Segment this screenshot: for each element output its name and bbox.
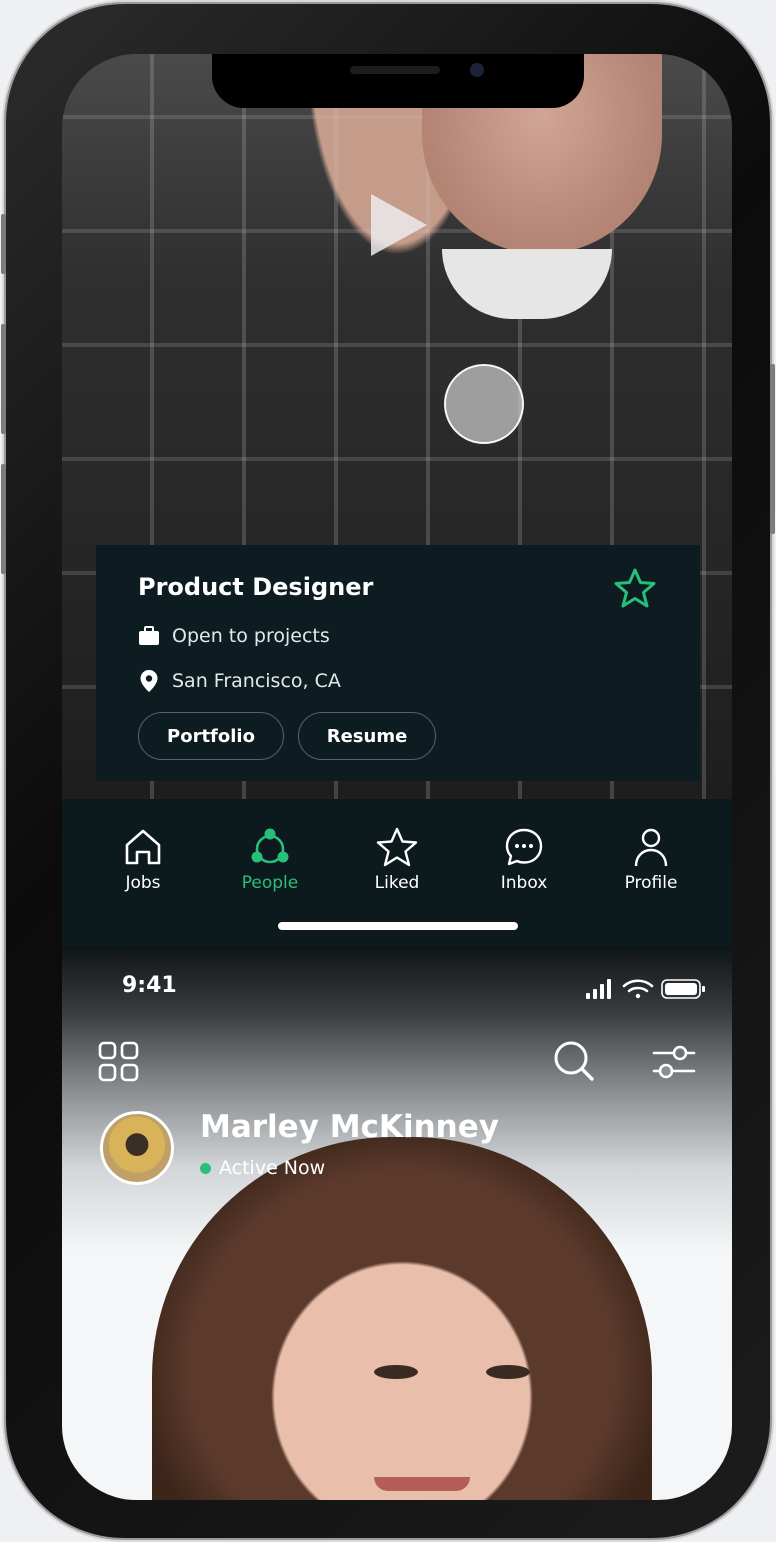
resume-button[interactable]: Resume bbox=[298, 712, 436, 760]
signal-icon bbox=[586, 979, 611, 999]
availability-text: Open to projects bbox=[172, 625, 330, 647]
star-icon bbox=[376, 827, 418, 867]
people-network-icon bbox=[251, 828, 289, 864]
location-row: San Francisco, CA bbox=[138, 669, 341, 693]
briefcase-icon bbox=[139, 626, 159, 645]
wifi-icon bbox=[622, 979, 654, 999]
play-icon[interactable] bbox=[367, 190, 431, 260]
active-dot-icon bbox=[200, 1162, 211, 1174]
chat-bubble-icon bbox=[505, 828, 543, 866]
grid-menu-icon[interactable] bbox=[98, 1041, 140, 1083]
active-status: Active Now bbox=[200, 1157, 325, 1179]
tab-label: Inbox bbox=[500, 873, 548, 893]
availability-row: Open to projects bbox=[138, 625, 330, 647]
power-button bbox=[770, 364, 775, 534]
tab-label: Profile bbox=[624, 873, 678, 893]
phone-frame: Product Designer Open to projects San Fr… bbox=[1, 4, 775, 1538]
portfolio-button[interactable]: Portfolio bbox=[138, 712, 284, 760]
location-text: San Francisco, CA bbox=[172, 670, 341, 692]
candidate-video-background[interactable]: Product Designer Open to projects San Fr… bbox=[62, 54, 732, 799]
screen: Product Designer Open to projects San Fr… bbox=[62, 54, 732, 1500]
eye-right bbox=[486, 1365, 530, 1379]
avatar[interactable] bbox=[100, 1111, 174, 1185]
tab-profile[interactable]: Profile bbox=[596, 825, 706, 893]
active-status-text: Active Now bbox=[219, 1157, 326, 1179]
user-icon bbox=[634, 828, 668, 867]
tab-jobs[interactable]: Jobs bbox=[88, 825, 198, 893]
tab-label: People bbox=[241, 873, 299, 893]
mute-switch bbox=[1, 214, 6, 274]
filter-sliders-icon[interactable] bbox=[652, 1041, 696, 1083]
location-pin-icon bbox=[140, 670, 158, 692]
mouth bbox=[374, 1477, 470, 1491]
next-profile-preview[interactable]: 9:41 Marley McKinney Active Now bbox=[62, 947, 732, 1500]
tab-inbox[interactable]: Inbox bbox=[469, 825, 579, 893]
person-photo bbox=[152, 1137, 652, 1500]
job-title: Product Designer bbox=[138, 573, 374, 601]
tab-bar: Jobs People Liked Inbox Profile bbox=[62, 799, 732, 947]
tab-people[interactable]: People bbox=[215, 825, 325, 893]
search-icon[interactable] bbox=[552, 1039, 596, 1083]
home-indicator[interactable] bbox=[278, 922, 518, 930]
front-camera bbox=[470, 63, 484, 77]
volume-up-button bbox=[1, 324, 6, 434]
battery-icon bbox=[661, 979, 705, 999]
person-name: Marley McKinney bbox=[200, 1109, 499, 1145]
tab-liked[interactable]: Liked bbox=[342, 825, 452, 893]
volume-down-button bbox=[1, 464, 6, 574]
eye-left bbox=[374, 1365, 418, 1379]
profile-card[interactable]: Product Designer Open to projects San Fr… bbox=[96, 545, 700, 781]
favorite-star-icon[interactable] bbox=[614, 567, 656, 609]
notch bbox=[212, 54, 584, 108]
tab-label: Liked bbox=[374, 873, 420, 893]
home-icon bbox=[125, 829, 161, 865]
swipe-handle-button[interactable] bbox=[444, 364, 524, 444]
tab-label: Jobs bbox=[125, 873, 161, 893]
speaker-grille bbox=[350, 66, 440, 74]
status-icons bbox=[586, 979, 705, 999]
status-time: 9:41 bbox=[122, 973, 177, 998]
tshirt-collar bbox=[442, 249, 612, 319]
